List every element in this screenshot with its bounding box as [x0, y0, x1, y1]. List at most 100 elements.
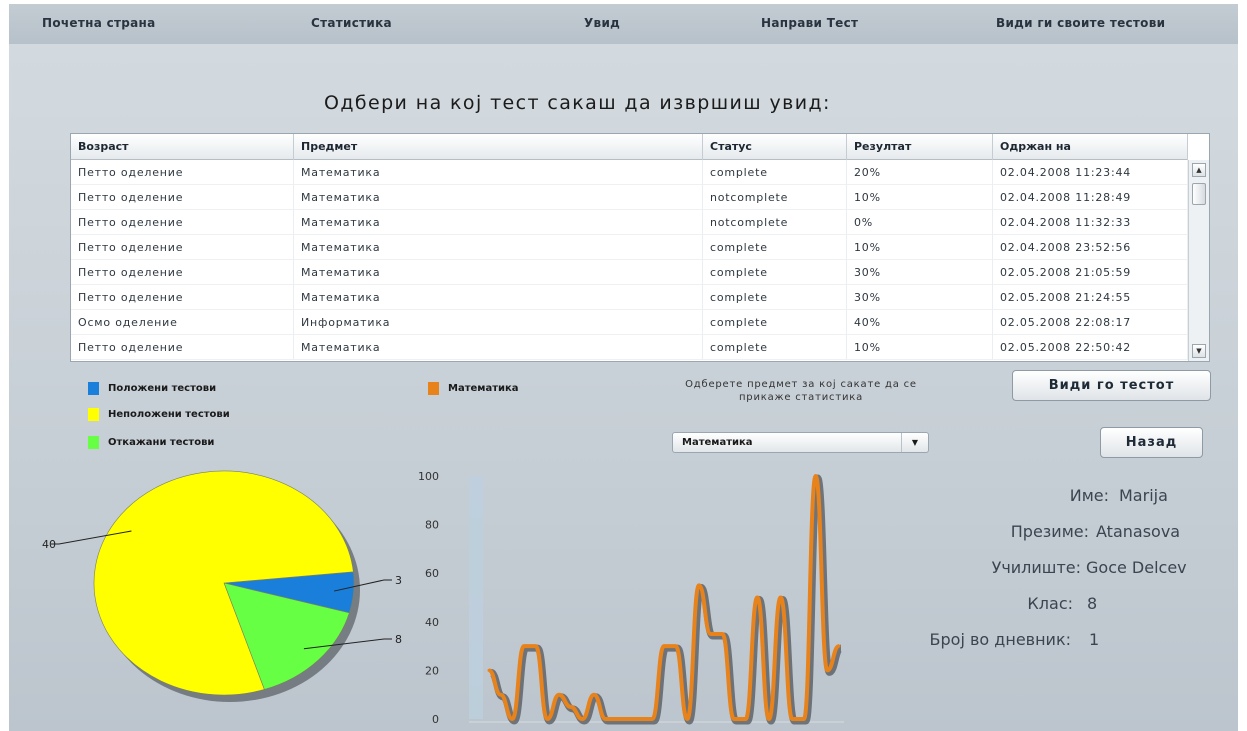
data-point: [755, 596, 759, 599]
data-point: [569, 705, 573, 709]
cell-subject: Математика: [294, 160, 703, 185]
nav-review[interactable]: Увид: [584, 16, 620, 30]
cell-date: 02.05.2008 22:08:17: [993, 310, 1188, 335]
name-label: Име:: [1069, 486, 1109, 505]
legend-swatch: [428, 382, 439, 395]
pie-data-label: 3: [395, 574, 402, 587]
back-button[interactable]: Назад: [1100, 427, 1203, 458]
data-point: [814, 474, 818, 478]
column-header-status[interactable]: Статус: [703, 134, 847, 160]
data-point: [534, 644, 538, 648]
cell-result: 30%: [847, 285, 993, 310]
y-tick-label: 20: [425, 664, 439, 677]
cell-subject: Математика: [294, 185, 703, 210]
cell-result: 10%: [847, 335, 993, 360]
data-point: [825, 668, 829, 672]
data-point: [487, 668, 491, 672]
data-point: [627, 717, 631, 721]
data-point: [510, 717, 514, 721]
cell-subject: Математика: [294, 260, 703, 285]
data-point: [790, 717, 794, 721]
data-point: [650, 717, 654, 721]
nav-my-tests[interactable]: Види ги своите тестови: [996, 16, 1165, 30]
cell-age: Петто оделение: [71, 185, 294, 210]
legend-label: Откажани тестови: [108, 437, 215, 448]
cell-status: complete: [703, 285, 847, 310]
cell-status: complete: [703, 235, 847, 260]
cell-subject: Математика: [294, 235, 703, 260]
table-header: Возраст Предмет Статус Резултат Одржан н…: [71, 134, 1188, 160]
legend-label: Положени тестови: [108, 383, 217, 394]
column-header-result[interactable]: Резултат: [847, 134, 993, 160]
data-point: [767, 717, 771, 721]
data-point: [802, 717, 806, 721]
top-navigation: Почетна страна Статистика Увид Направи Т…: [9, 4, 1238, 44]
data-point: [499, 693, 503, 697]
data-point: [732, 717, 736, 721]
cell-age: Петто оделение: [71, 260, 294, 285]
data-point: [662, 644, 666, 648]
data-point: [557, 693, 561, 697]
cell-subject: Математика: [294, 210, 703, 235]
cell-status: complete: [703, 310, 847, 335]
journal-label: Број во дневник:: [929, 630, 1071, 649]
cell-age: Осмо оделение: [71, 310, 294, 335]
cell-status: complete: [703, 335, 847, 360]
subject-select-value: Математика: [682, 437, 753, 448]
table-row[interactable]: Петто оделение Математика complete 20% 02.04…: [71, 160, 1188, 185]
school-value: Goce Delcev: [1086, 558, 1187, 577]
data-point: [685, 717, 689, 721]
cell-result: 10%: [847, 235, 993, 260]
y-tick-label: 60: [425, 567, 439, 580]
line-chart-svg: 0 20 40 60 80 100: [418, 470, 844, 726]
cell-result: 0%: [847, 210, 993, 235]
scroll-down-icon[interactable]: ▼: [1192, 344, 1206, 358]
table-row[interactable]: Петто оделение Математика notcomplete 0% 02.…: [71, 210, 1188, 235]
table-row[interactable]: Осмо оделение Информатика complete 40% 02.05…: [71, 310, 1188, 335]
cell-subject: Математика: [294, 285, 703, 310]
chevron-down-icon[interactable]: ▼: [901, 433, 928, 452]
subject-select[interactable]: Математика ▼: [672, 432, 929, 453]
cell-date: 02.05.2008 22:50:42: [993, 335, 1188, 360]
pie-chart: 3 8 40: [9, 462, 409, 722]
nav-home[interactable]: Почетна страна: [42, 16, 156, 30]
legend-swatch: [88, 436, 99, 449]
legend-swatch: [88, 408, 99, 421]
pie-data-label: 8: [395, 633, 402, 646]
surname-label: Презиме:: [1010, 522, 1089, 541]
data-point: [674, 644, 678, 648]
pie-chart-svg: 3 8 40: [42, 470, 402, 702]
cell-date: 02.05.2008 21:24:55: [993, 285, 1188, 310]
column-header-date[interactable]: Одржан на: [993, 134, 1188, 160]
column-header-subject[interactable]: Предмет: [294, 134, 703, 160]
legend-label: Математика: [448, 383, 519, 394]
school-label: Училиште:: [991, 558, 1081, 577]
cell-age: Петто оделение: [71, 235, 294, 260]
table-row[interactable]: Петто оделение Математика complete 30% 02.05…: [71, 260, 1188, 285]
cell-age: Петто оделение: [71, 210, 294, 235]
table-scrollbar[interactable]: ▲ ▼: [1188, 160, 1209, 361]
cell-result: 40%: [847, 310, 993, 335]
nav-statistics[interactable]: Статистика: [311, 16, 392, 30]
data-point: [697, 583, 701, 587]
axis-band: [469, 476, 483, 719]
nav-make-test[interactable]: Направи Тест: [761, 16, 858, 30]
cell-date: 02.04.2008 11:28:49: [993, 185, 1188, 210]
legend-swatch: [88, 382, 99, 395]
cell-subject: Математика: [294, 335, 703, 360]
cell-status: complete: [703, 260, 847, 285]
table-row[interactable]: Петто оделение Математика notcomplete 10% 02…: [71, 185, 1188, 210]
journal-value: 1: [1089, 630, 1100, 649]
column-header-age[interactable]: Возраст: [71, 134, 294, 160]
cell-status: notcomplete: [703, 210, 847, 235]
table-row[interactable]: Петто оделение Математика complete 10% 02.04…: [71, 235, 1188, 260]
view-test-button[interactable]: Види го тестот: [1012, 370, 1211, 401]
table-row[interactable]: Петто оделение Математика complete 30% 02.05…: [71, 285, 1188, 310]
data-point: [709, 632, 713, 636]
cell-subject: Информатика: [294, 310, 703, 335]
page-title: Одбери на кој тест сакаш да извршиш увид…: [324, 92, 831, 114]
table-row[interactable]: Петто оделение Математика complete 10% 02.05…: [71, 335, 1188, 360]
cell-result: 10%: [847, 185, 993, 210]
scroll-up-icon[interactable]: ▲: [1192, 163, 1206, 177]
scroll-thumb[interactable]: [1192, 183, 1206, 205]
